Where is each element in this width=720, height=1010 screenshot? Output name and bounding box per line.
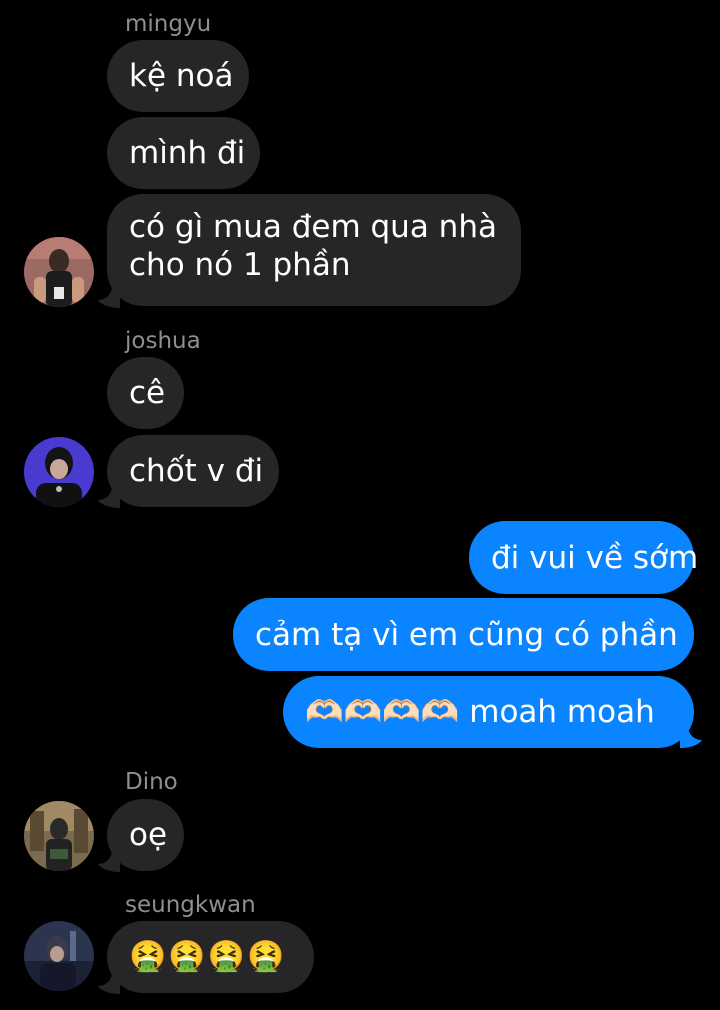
message-bubble[interactable]: có gì mua đem qua nhà cho nó 1 phần xyxy=(107,194,521,306)
message-bubble-sent[interactable]: đi vui về sớm xyxy=(469,521,698,594)
message-bubble[interactable]: chốt v đi xyxy=(107,435,279,507)
message-text: 🤮🤮🤮🤮 xyxy=(129,939,287,974)
message-bubble-sent[interactable]: cảm tạ vì em cũng có phần xyxy=(233,598,694,671)
message-text: kệ noá xyxy=(129,58,234,94)
profile-photo-icon xyxy=(24,237,94,307)
message-bubble[interactable]: cê xyxy=(107,357,184,429)
message-text: mình đi xyxy=(129,135,246,171)
bubble-tail xyxy=(98,850,120,872)
message-text: oẹ xyxy=(129,817,168,853)
message-text: chốt v đi xyxy=(129,453,264,489)
sender-name-dino: Dino xyxy=(125,769,178,795)
message-text: 🫶🏻🫶🏻🫶🏻🫶🏻 moah moah xyxy=(305,694,655,730)
avatar-dino[interactable] xyxy=(24,801,94,871)
avatar-seungkwan[interactable] xyxy=(24,921,94,991)
message-text: cê xyxy=(129,375,166,411)
bubble-tail xyxy=(98,486,120,508)
avatar-joshua[interactable] xyxy=(24,437,94,507)
sender-name-seungkwan: seungkwan xyxy=(125,892,256,918)
profile-photo-icon xyxy=(24,801,94,871)
message-bubble[interactable]: mình đi xyxy=(107,117,260,189)
bubble-tail xyxy=(680,726,702,748)
message-bubble[interactable]: 🤮🤮🤮🤮 xyxy=(107,921,314,993)
message-bubble-sent[interactable]: 🫶🏻🫶🏻🫶🏻🫶🏻 moah moah xyxy=(283,676,694,748)
bubble-tail xyxy=(98,972,120,994)
message-text: cảm tạ vì em cũng có phần xyxy=(255,616,678,653)
message-text: đi vui về sớm xyxy=(491,539,699,576)
message-bubble[interactable]: kệ noá xyxy=(107,40,249,112)
profile-photo-icon xyxy=(24,437,94,507)
bubble-tail xyxy=(98,286,120,308)
avatar-mingyu[interactable] xyxy=(24,237,94,307)
sender-name-joshua: joshua xyxy=(125,328,201,354)
sender-name-mingyu: mingyu xyxy=(125,11,212,37)
message-text: có gì mua đem qua nhà cho nó 1 phần xyxy=(129,209,497,283)
profile-photo-icon xyxy=(24,921,94,991)
